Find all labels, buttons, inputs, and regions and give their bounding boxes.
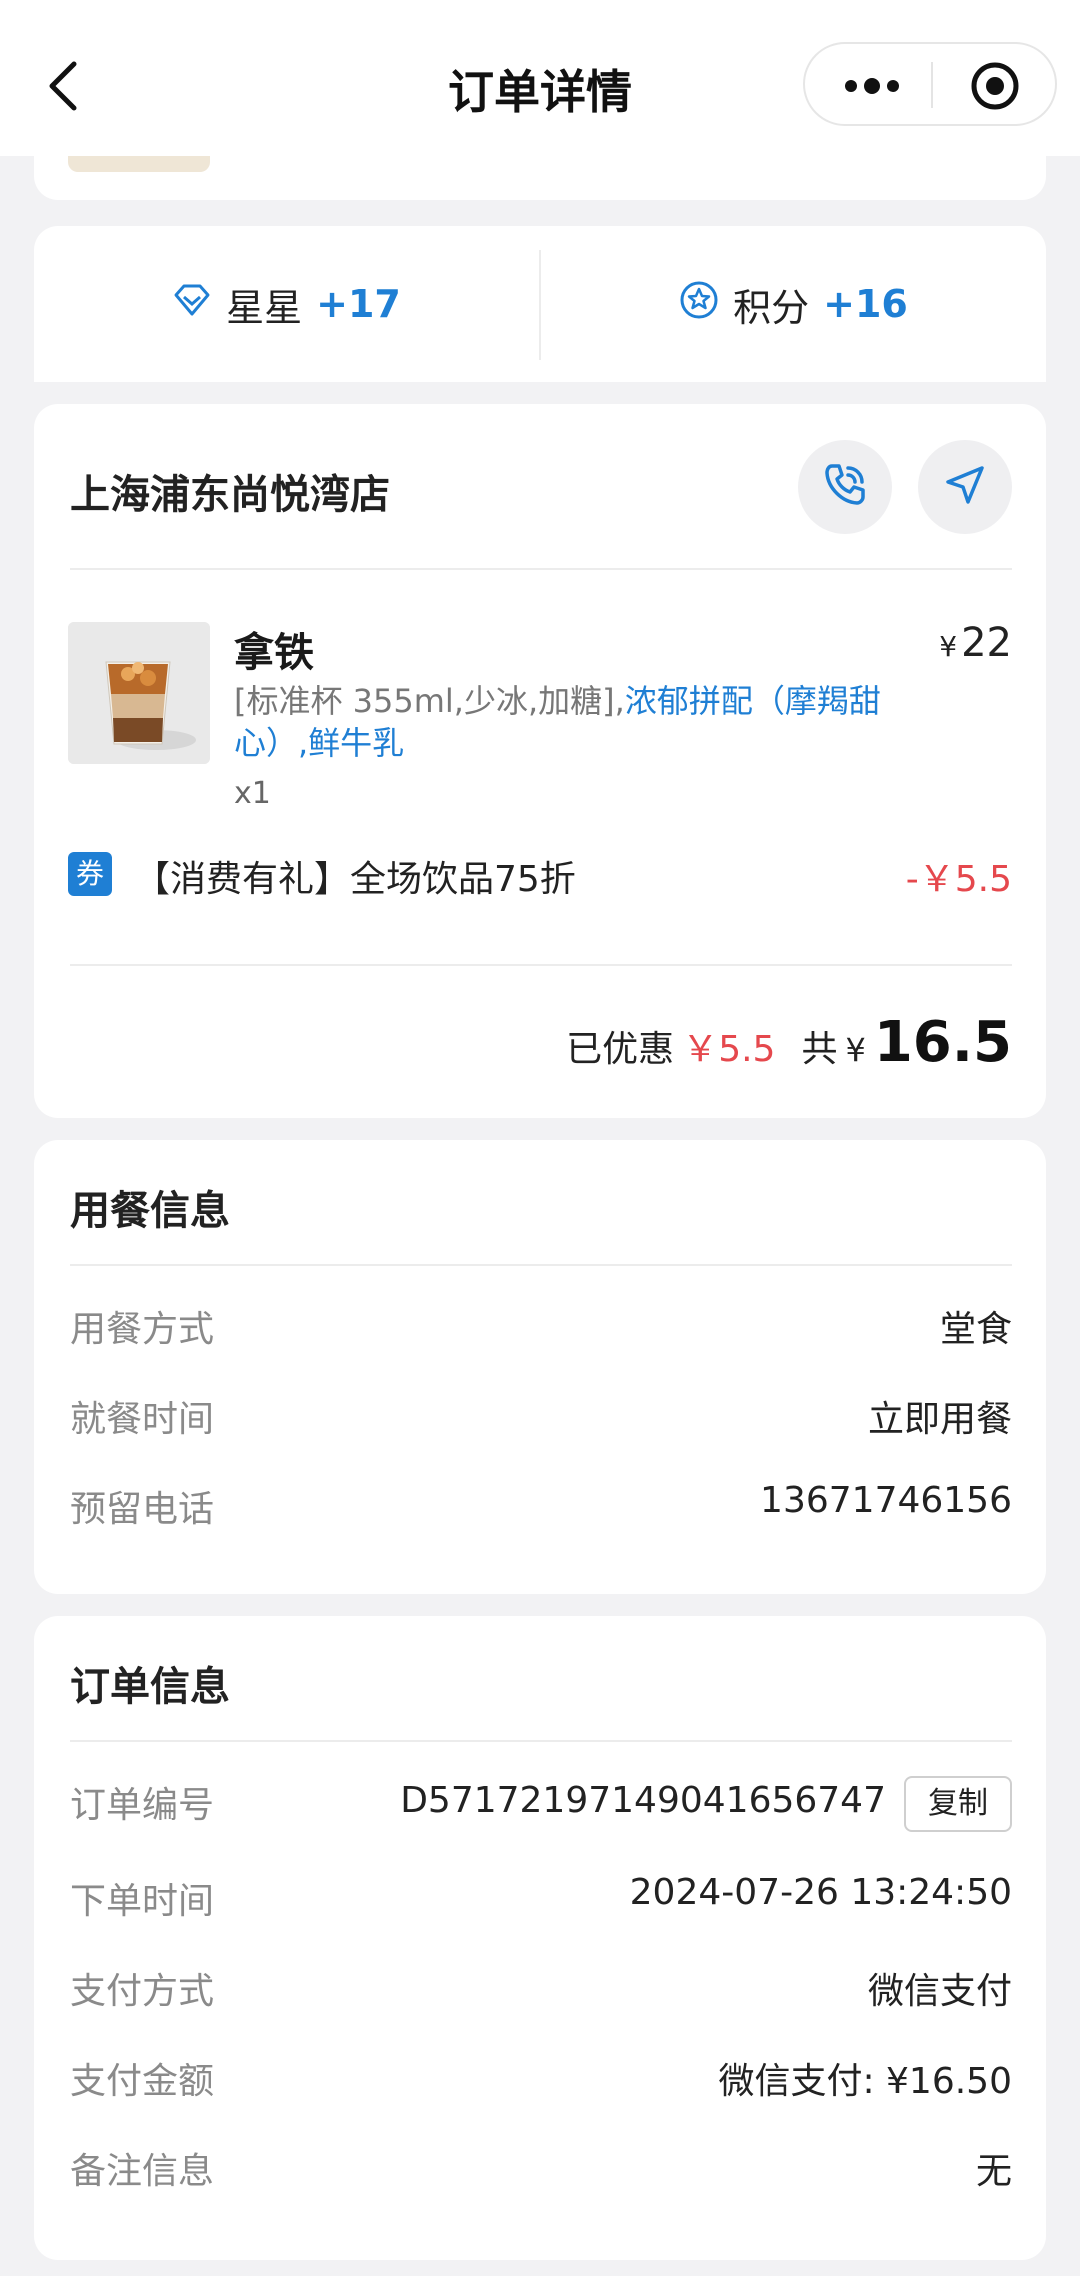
- call-store-button[interactable]: [798, 440, 892, 534]
- product-price-value: 22: [961, 620, 1012, 666]
- discount-value: ￥5.5: [682, 1029, 776, 1070]
- phone-value: 13671746156: [760, 1480, 1012, 1521]
- section-title: 用餐信息: [70, 1188, 230, 1234]
- divider: [70, 1740, 1012, 1742]
- capsule-divider: [931, 62, 933, 108]
- product-quantity: x1: [234, 776, 271, 811]
- points-label: 积分: [733, 285, 810, 330]
- target-icon[interactable]: [969, 60, 1021, 112]
- remark-label: 备注信息: [70, 2151, 215, 2192]
- diamond-icon: [172, 282, 212, 326]
- order-number-value: D57172197149041656747: [400, 1780, 886, 1821]
- coupon-amount: -￥5.5: [905, 859, 1012, 900]
- product-name: 拿铁: [234, 630, 314, 676]
- rewards-card: 星星 +17 积分 +16: [34, 226, 1046, 382]
- points-value: +16: [823, 282, 908, 326]
- top-nav-bar: 订单详情: [0, 0, 1080, 156]
- payment-amount-label: 支付金额: [70, 2061, 215, 2102]
- order-time-label: 下单时间: [70, 1881, 215, 1922]
- product-image: [68, 622, 210, 764]
- store-card: 上海浦东尚悦湾店 拿铁 ¥22 [标准杯 355ml,少冰,加糖],浓郁拼配（摩…: [34, 404, 1046, 1118]
- payment-method-value: 微信支付: [867, 1971, 1012, 2012]
- total-value: 16.5: [873, 1010, 1012, 1075]
- phone-label: 预留电话: [70, 1489, 215, 1530]
- divider: [70, 568, 1012, 570]
- stars-value: +17: [316, 282, 401, 326]
- copy-button[interactable]: 复制: [904, 1776, 1012, 1832]
- navigate-button[interactable]: [918, 440, 1012, 534]
- dining-info-card: 用餐信息 用餐方式 堂食 就餐时间 立即用餐 预留电话 13671746156: [34, 1140, 1046, 1594]
- section-title: 订单信息: [70, 1664, 230, 1710]
- discount-label: 已优惠: [566, 1029, 675, 1070]
- stars-reward: 星星 +17: [34, 226, 539, 382]
- product-spec-plain: [标准杯 355ml,少冰,加糖],: [234, 682, 625, 720]
- total-currency: ¥: [845, 1031, 866, 1069]
- order-total: 已优惠 ￥5.5 共 ¥ 16.5: [566, 1010, 1012, 1075]
- order-time-value: 2024-07-26 13:24:50: [629, 1872, 1012, 1913]
- dining-mode-label: 用餐方式: [70, 1309, 215, 1350]
- order-number-label: 订单编号: [70, 1785, 215, 1826]
- coupon-tag: 券: [68, 852, 112, 896]
- total-label: 共: [801, 1029, 838, 1070]
- currency-symbol: ¥: [939, 630, 958, 663]
- dining-time-label: 就餐时间: [70, 1399, 215, 1440]
- dining-time-value: 立即用餐: [867, 1399, 1012, 1440]
- payment-amount-value: 微信支付: ¥16.50: [718, 2061, 1012, 2102]
- more-icon[interactable]: [837, 74, 907, 98]
- product-spec: [标准杯 355ml,少冰,加糖],浓郁拼配（摩羯甜心）,鲜牛乳: [234, 680, 884, 764]
- mini-program-capsule: [803, 42, 1057, 126]
- navigate-icon: [940, 460, 990, 514]
- divider: [70, 964, 1012, 966]
- points-reward: 积分 +16: [541, 226, 1046, 382]
- star-badge-icon: [679, 280, 719, 329]
- stars-label: 星星: [226, 285, 303, 330]
- dining-mode-value: 堂食: [939, 1309, 1012, 1350]
- remark-value: 无: [975, 2151, 1012, 2192]
- phone-icon: [820, 460, 870, 514]
- divider: [70, 1264, 1012, 1266]
- coupon-text: 【消费有礼】全场饮品75折: [134, 859, 576, 900]
- payment-method-label: 支付方式: [70, 1971, 215, 2012]
- store-name: 上海浦东尚悦湾店: [70, 472, 390, 518]
- order-info-card: 订单信息 订单编号 D57172197149041656747 复制 下单时间 …: [34, 1616, 1046, 2260]
- product-price: ¥22: [939, 620, 1012, 666]
